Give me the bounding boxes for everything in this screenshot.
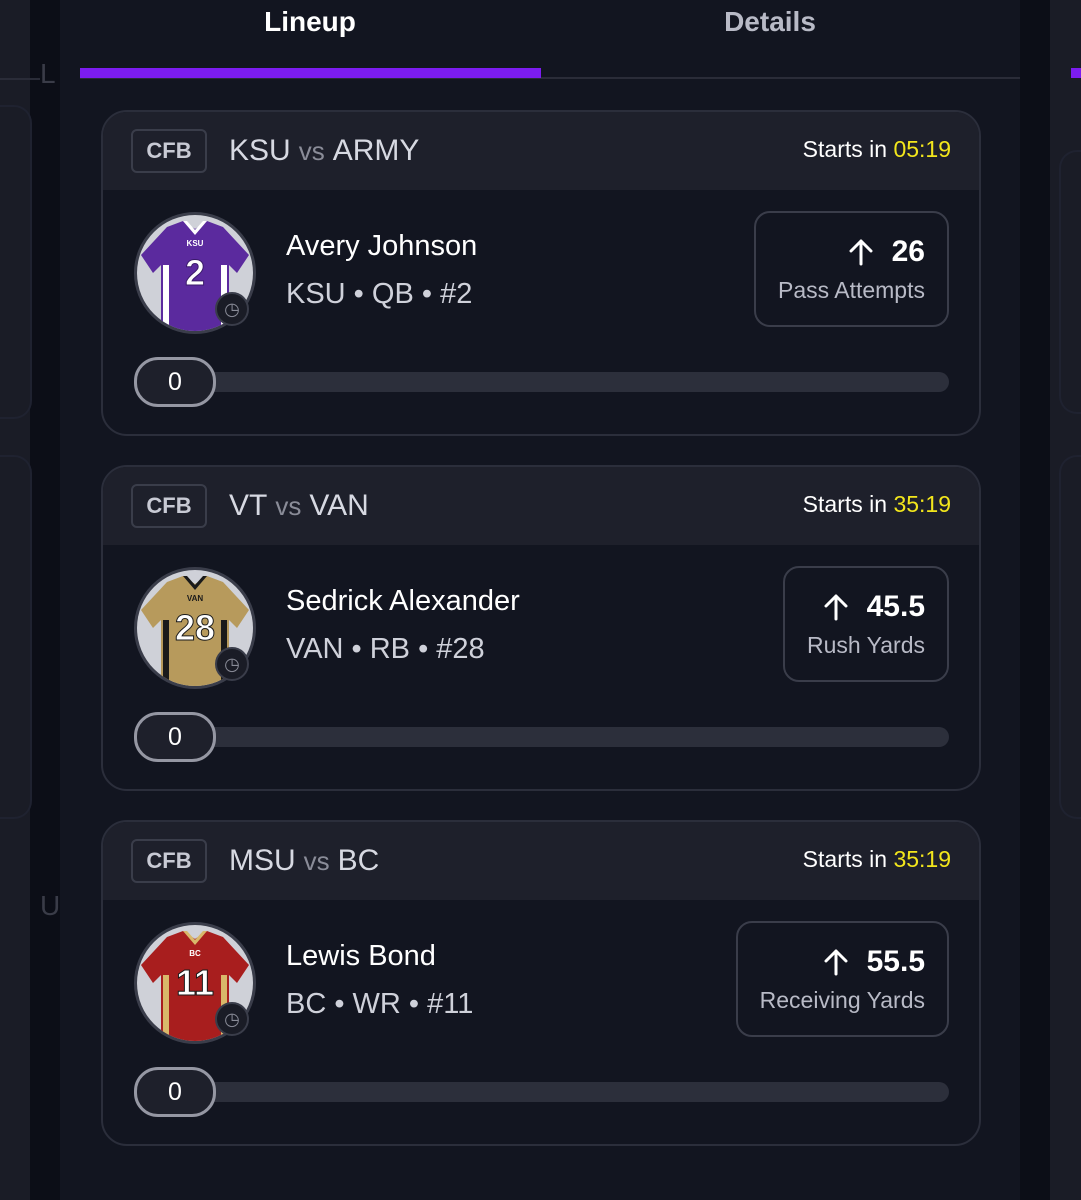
progress-value: 0 xyxy=(134,357,216,407)
vs-label: vs xyxy=(298,136,325,166)
progress-value: 0 xyxy=(134,1067,216,1117)
arrow-up-icon xyxy=(824,594,848,620)
background-letter: L xyxy=(40,58,56,89)
background-letter: U xyxy=(40,890,61,921)
start-countdown: Starts in 35:19 xyxy=(803,846,951,873)
pick-card[interactable]: CFB KSU vs ARMY Starts in 05:19 KSU 2 ◷ … xyxy=(101,110,981,436)
pick-card[interactable]: CFB MSU vs BC Starts in 35:19 BC 11 ◷ Le… xyxy=(101,820,981,1146)
starts-label: Starts in xyxy=(802,846,888,872)
league-badge: CFB xyxy=(131,839,207,883)
projection-button[interactable]: 55.5 Receiving Yards xyxy=(735,921,949,1037)
svg-text:VAN: VAN xyxy=(187,594,204,603)
stat-line: 26 xyxy=(848,235,925,269)
countdown-timer: 05:19 xyxy=(893,136,951,162)
svg-text:11: 11 xyxy=(176,962,214,1003)
clock-icon: ◷ xyxy=(215,647,249,681)
progress-value: 0 xyxy=(134,712,216,762)
card-header: CFB VT vs VAN Starts in 35:19 xyxy=(103,467,979,545)
home-team: MSU xyxy=(229,844,296,877)
stat-label: Rush Yards xyxy=(806,631,925,658)
away-team: BC xyxy=(337,844,380,877)
arrow-up-icon xyxy=(824,949,848,975)
svg-text:28: 28 xyxy=(175,607,215,648)
countdown-timer: 35:19 xyxy=(893,846,951,872)
stat-label: Pass Attempts xyxy=(777,276,925,303)
league-badge: CFB xyxy=(131,129,207,173)
card-header: CFB KSU vs ARMY Starts in 05:19 xyxy=(103,112,979,190)
tab-active-indicator xyxy=(80,68,541,78)
player-name: Lewis Bond xyxy=(286,940,436,972)
matchup: MSU vs BC xyxy=(229,844,379,878)
starts-label: Starts in xyxy=(802,491,888,517)
stat-line: 55.5 xyxy=(823,945,925,979)
pick-card[interactable]: CFB VT vs VAN Starts in 35:19 VAN 28 ◷ S… xyxy=(101,465,981,791)
player-meta: VAN • RB • #28 xyxy=(286,633,485,665)
stat-line: 45.5 xyxy=(823,590,925,624)
start-countdown: Starts in 35:19 xyxy=(803,491,951,518)
home-team: VT xyxy=(229,489,268,522)
player-name: Avery Johnson xyxy=(286,230,478,262)
stat-value: 55.5 xyxy=(866,944,925,978)
tab-details[interactable]: Details xyxy=(540,0,1000,78)
background-card-left-2 xyxy=(0,455,32,819)
player-meta: KSU • QB • #2 xyxy=(286,278,473,310)
progress-track xyxy=(163,1082,949,1102)
svg-text:2: 2 xyxy=(185,252,205,293)
background-card-left xyxy=(0,105,32,419)
away-team: ARMY xyxy=(332,134,420,167)
start-countdown: Starts in 05:19 xyxy=(803,136,951,163)
starts-label: Starts in xyxy=(802,136,888,162)
matchup: VT vs VAN xyxy=(229,489,369,523)
svg-text:BC: BC xyxy=(189,949,201,958)
background-card-right xyxy=(1059,150,1081,414)
countdown-timer: 35:19 xyxy=(893,491,951,517)
clock-icon: ◷ xyxy=(215,292,249,326)
vs-label: vs xyxy=(275,491,302,521)
arrow-up-icon xyxy=(849,239,873,265)
matchup: KSU vs ARMY xyxy=(229,134,419,168)
svg-text:KSU: KSU xyxy=(187,239,204,248)
background-card-right-2 xyxy=(1059,455,1081,819)
league-badge: CFB xyxy=(131,484,207,528)
vs-label: vs xyxy=(303,846,330,876)
tab-lineup[interactable]: Lineup xyxy=(80,0,540,78)
projection-button[interactable]: 45.5 Rush Yards xyxy=(782,566,949,682)
progress-track xyxy=(163,727,949,747)
stat-label: Receiving Yards xyxy=(759,986,925,1013)
background-tab-accent xyxy=(1071,68,1081,78)
clock-icon: ◷ xyxy=(215,1002,249,1036)
stat-value: 26 xyxy=(891,234,925,268)
lineup-sheet: Lineup Details CFB KSU vs ARMY Starts in… xyxy=(60,0,1020,1200)
home-team: KSU xyxy=(229,134,291,167)
player-name: Sedrick Alexander xyxy=(286,585,520,617)
projection-button[interactable]: 26 Pass Attempts xyxy=(753,211,949,327)
tab-bar: Lineup Details xyxy=(60,0,1020,80)
progress-track xyxy=(163,372,949,392)
background-divider xyxy=(0,78,40,80)
away-team: VAN xyxy=(309,489,369,522)
card-header: CFB MSU vs BC Starts in 35:19 xyxy=(103,822,979,900)
stat-value: 45.5 xyxy=(866,589,925,623)
player-meta: BC • WR • #11 xyxy=(286,988,474,1020)
